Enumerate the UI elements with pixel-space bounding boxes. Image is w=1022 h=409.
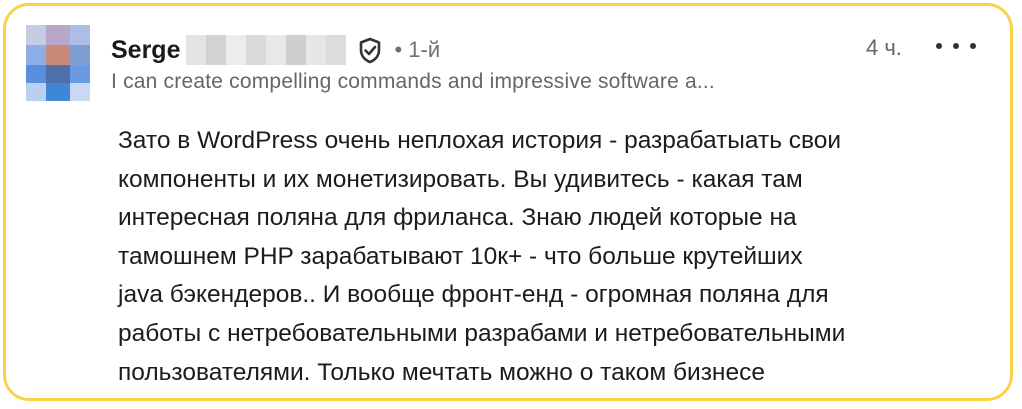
more-horizontal-icon [936, 43, 942, 49]
comment-line: тамошнем PHP зарабатывают 10к+ - что бол… [118, 242, 803, 270]
author-name[interactable]: Serge [111, 36, 180, 65]
comment-header: Serge • 1-й [111, 30, 440, 70]
more-options-button[interactable] [936, 34, 976, 58]
timestamp: 4 ч. [866, 35, 902, 60]
comment-line: интересная поляна для фриланса. Знаю люд… [118, 204, 797, 232]
author-headline: I can create compelling commands and imp… [111, 70, 715, 93]
shield-check-icon [358, 36, 384, 64]
comment-line: java бэкендеров.. И вообще фронт-енд - о… [118, 281, 829, 309]
connection-degree: • 1-й [394, 37, 441, 62]
comment-line: Зато в WordPress очень неплохая история … [118, 127, 842, 154]
redacted-surname [186, 35, 347, 65]
comment-card: Serge • 1-й 4 ч. I can create compelling… [3, 3, 1013, 401]
comment-line: компоненты и их монетизировать. Вы удиви… [118, 165, 803, 193]
comment-line: пользователями. Только мечтать можно о т… [118, 358, 765, 386]
avatar[interactable] [26, 25, 90, 101]
comment-line: работы с нетребовательными разрабами и н… [118, 319, 846, 347]
comment-body: Зато в WordPress очень неплохая история … [118, 122, 988, 392]
